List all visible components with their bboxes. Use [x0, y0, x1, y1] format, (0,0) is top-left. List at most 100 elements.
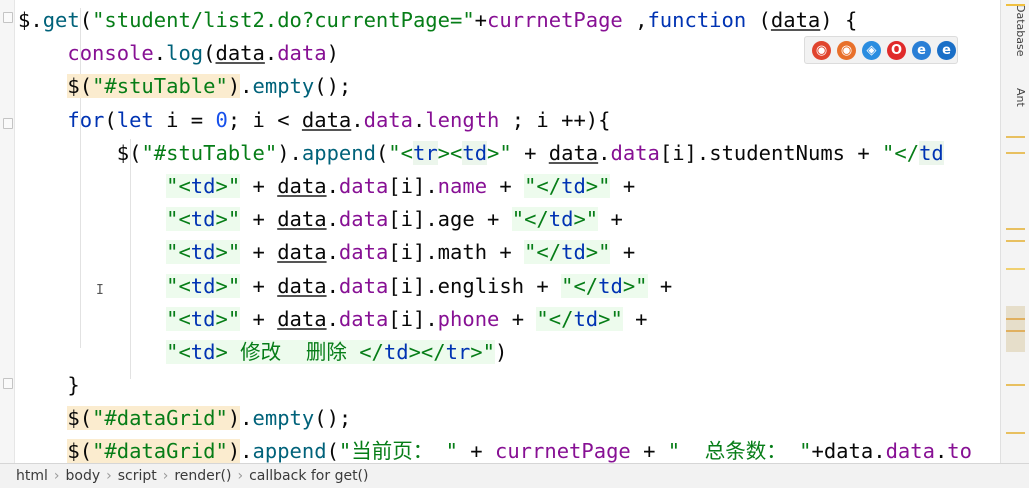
code-token: . — [934, 439, 948, 464]
code-token: [i]. — [388, 273, 438, 298]
code-token: . — [351, 107, 364, 132]
open-in-browser-toolbar: ◉ ◉ ◈ Oe e — [804, 36, 958, 64]
code-token: ( — [104, 107, 117, 132]
text-cursor-icon: I — [96, 283, 104, 298]
fold-marker-icon[interactable] — [3, 118, 13, 129]
scroll-marker[interactable] — [1006, 136, 1025, 138]
code-line[interactable]: } — [18, 369, 1001, 402]
code-token: [i]. — [388, 306, 438, 331]
code-token: $. — [18, 8, 43, 32]
code-token: td — [919, 140, 944, 165]
code-token: } — [67, 373, 80, 398]
breadcrumb-item[interactable]: callback for get() — [245, 468, 372, 484]
edge-icon[interactable]: e — [937, 40, 956, 60]
code-token: ( — [79, 8, 93, 32]
ie-icon[interactable]: e — [912, 40, 931, 60]
code-token: + — [524, 273, 562, 298]
code-token: "</ — [536, 306, 574, 331]
scroll-marker[interactable] — [1006, 432, 1025, 434]
opera-icon[interactable]: O — [887, 40, 906, 60]
code-line[interactable]: $("#dataGrid").empty(); — [18, 402, 1001, 435]
code-token: + — [240, 240, 278, 265]
firefox-icon[interactable]: ◉ — [837, 40, 856, 60]
code-line[interactable]: $("#dataGrid").append("当前页： " + currnetP… — [18, 435, 1001, 464]
code-token: + — [240, 273, 278, 298]
code-token: "</ — [511, 207, 549, 232]
code-line[interactable]: "<td>" + data.data[i].phone + "</td>" + — [18, 303, 1001, 336]
code-token: data — [338, 273, 389, 298]
code-token: $( — [67, 406, 93, 431]
ant-tool-tab[interactable]: Ant — [1003, 88, 1027, 107]
breadcrumb-item[interactable]: script — [114, 468, 161, 484]
code-token: data — [823, 439, 874, 464]
code-token: phone — [437, 306, 500, 331]
code-token: i = — [153, 107, 216, 132]
fold-marker-icon[interactable] — [3, 378, 13, 389]
code-token: "< — [166, 240, 191, 265]
fold-marker-icon[interactable] — [3, 12, 13, 23]
scroll-marker[interactable] — [1006, 318, 1025, 320]
breadcrumb-item[interactable]: html — [12, 468, 52, 484]
code-token: $( — [67, 74, 93, 99]
code-line[interactable]: "<td>" + data.data[i].name + "</td>" + — [18, 170, 1001, 203]
code-token: ( — [746, 8, 771, 32]
breadcrumb-item[interactable]: render() — [170, 468, 235, 484]
scrollbar-thumb[interactable] — [1006, 306, 1025, 352]
code-token: [i]. — [388, 240, 438, 265]
code-token: english — [437, 273, 525, 298]
code-editor[interactable]: $.get("student/list2.do?currentPage="+cu… — [18, 4, 1001, 464]
code-token: log — [166, 41, 204, 66]
code-token: data — [277, 273, 327, 298]
scroll-marker[interactable] — [1006, 384, 1025, 386]
code-line[interactable]: "<td>" + data.data[i].math + "</td>" + — [18, 236, 1001, 269]
breadcrumb-separator-icon: › — [162, 468, 169, 484]
code-token: data — [338, 240, 389, 265]
scroll-marker[interactable] — [1006, 268, 1025, 270]
code-token: ) — [494, 339, 508, 364]
code-token: + — [630, 439, 668, 464]
code-token: "#dataGrid" — [92, 439, 228, 464]
code-token: td — [190, 207, 216, 232]
breadcrumb-separator-icon: › — [237, 468, 244, 484]
code-token: ) — [227, 74, 241, 99]
code-token: studentNums — [709, 140, 845, 165]
code-token: , — [622, 8, 648, 32]
code-token: >" — [573, 207, 599, 232]
code-line[interactable]: $("#stuTable").append("<tr><td>" + data.… — [18, 137, 1001, 170]
code-token: td — [190, 173, 216, 198]
code-token: data — [338, 306, 389, 331]
code-token: "</ — [561, 273, 599, 298]
code-token: + — [487, 173, 525, 198]
code-token: empty — [252, 74, 315, 99]
code-token: td — [190, 306, 216, 331]
code-token: ) { — [820, 8, 858, 32]
code-token: "</ — [524, 240, 562, 265]
scroll-marker[interactable] — [1006, 228, 1025, 230]
scroll-marker[interactable] — [1006, 330, 1025, 332]
code-line[interactable]: $.get("student/list2.do?currentPage="+cu… — [18, 4, 1001, 37]
code-token: data — [363, 107, 413, 132]
code-line[interactable]: $("#stuTable").empty(); — [18, 70, 1001, 103]
code-token: . — [326, 273, 339, 298]
scroll-marker[interactable] — [1006, 4, 1025, 6]
code-token: tr — [412, 140, 438, 165]
code-line[interactable]: "<td> 修改 删除 </td></tr>") — [18, 336, 1001, 369]
code-line[interactable]: "<td>" + data.data[i].english + "</td>" … — [18, 270, 1001, 303]
scroll-marker[interactable] — [1006, 240, 1025, 242]
database-tool-tab[interactable]: Database — [1003, 4, 1027, 57]
code-token: append — [252, 439, 327, 464]
code-token: append — [301, 140, 376, 165]
chrome-icon[interactable]: ◉ — [812, 40, 831, 60]
code-token: data — [770, 8, 821, 32]
code-line[interactable]: "<td>" + data.data[i].age + "</td>" + — [18, 203, 1001, 236]
safari-icon[interactable]: ◈ — [862, 40, 881, 60]
code-line[interactable]: for(let i = 0; i < data.data.length ; i … — [18, 104, 1001, 137]
code-token: + — [622, 306, 648, 331]
breadcrumb-item[interactable]: body — [62, 468, 105, 484]
code-token: tr — [445, 339, 471, 364]
scroll-marker[interactable] — [1006, 152, 1025, 154]
code-token: "< — [166, 273, 191, 298]
code-token: currnetPage — [487, 8, 623, 32]
